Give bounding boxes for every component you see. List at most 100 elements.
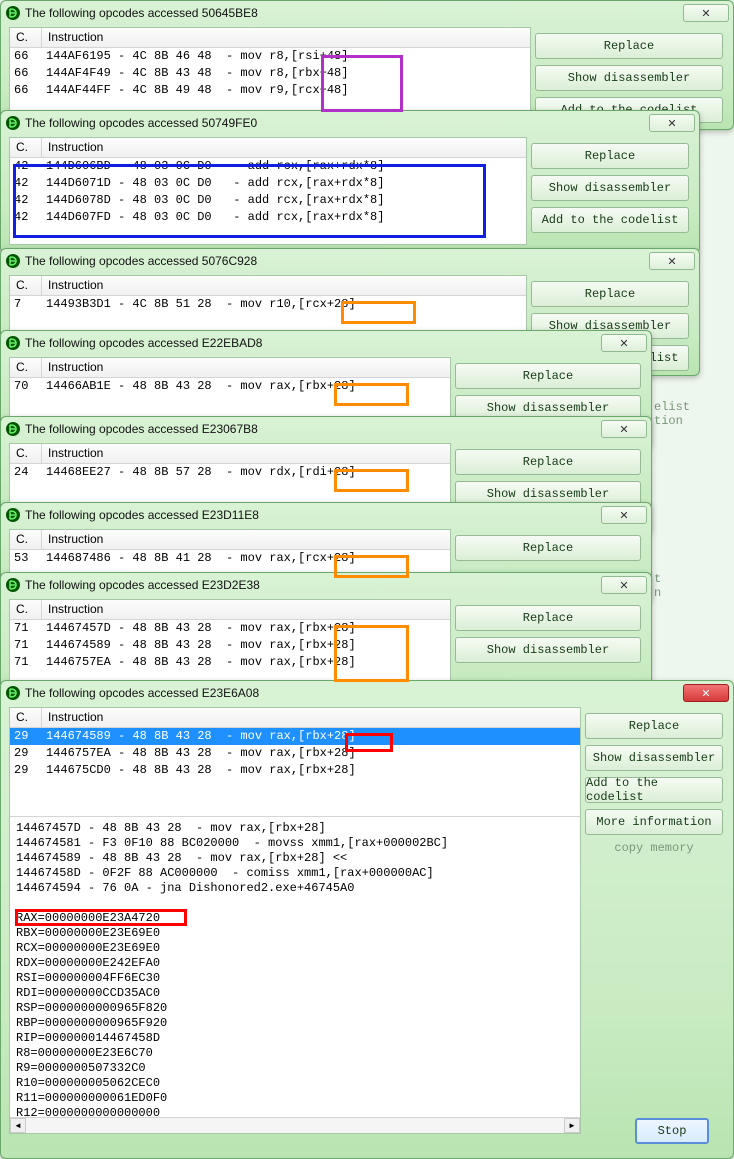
col-count-header[interactable]: C. <box>10 530 42 549</box>
right-button-panel: Replace <box>455 535 641 561</box>
replace-button[interactable]: Replace <box>531 281 689 307</box>
col-count-header[interactable]: C. <box>10 708 42 727</box>
row-instruction: 144674589 - 48 8B 43 28 - mov rax,[rbx+2… <box>42 637 450 654</box>
window-title: The following opcodes accessed E23E6A08 <box>25 686 683 700</box>
window-title: The following opcodes accessed E22EBAD8 <box>25 336 601 350</box>
replace-button[interactable]: Replace <box>531 143 689 169</box>
opcode-window: The following opcodes accessed E23E6A08 … <box>0 680 734 1159</box>
close-button[interactable]: ✕ <box>601 506 647 524</box>
titlebar[interactable]: The following opcodes accessed E22EBAD8 … <box>1 331 651 355</box>
opcode-row[interactable]: 29 144674589 - 48 8B 43 28 - mov rax,[rb… <box>10 728 580 745</box>
window-title: The following opcodes accessed E23067B8 <box>25 422 601 436</box>
col-instruction-header[interactable]: Instruction <box>42 708 580 727</box>
opcode-row[interactable]: 66 144AF6195 - 4C 8B 46 48 - mov r8,[rsi… <box>10 48 530 65</box>
col-count-header[interactable]: C. <box>10 444 42 463</box>
row-instruction: 144AF4F49 - 4C 8B 43 48 - mov r8,[rbx+48… <box>42 65 530 82</box>
col-instruction-header[interactable]: Instruction <box>42 28 530 47</box>
replace-button[interactable]: Replace <box>535 33 723 59</box>
opcode-row[interactable]: 7 14493B3D1 - 4C 8B 51 28 - mov r10,[rcx… <box>10 296 526 313</box>
close-button[interactable]: ✕ <box>601 576 647 594</box>
replace-button[interactable]: Replace <box>455 449 641 475</box>
col-count-header[interactable]: C. <box>10 600 42 619</box>
col-count-header[interactable]: C. <box>10 276 42 295</box>
close-icon: ✕ <box>619 509 628 522</box>
scroll-left-icon[interactable]: ◄ <box>10 1118 26 1133</box>
opcode-row[interactable]: 42 144D606BD - 48 03 0C D0 - add rcx,[ra… <box>10 158 526 175</box>
row-instruction: 144D6078D - 48 03 0C D0 - add rcx,[rax+r… <box>42 192 526 209</box>
stop-button[interactable]: Stop <box>635 1118 709 1144</box>
opcode-row[interactable]: 71 1446757EA - 48 8B 43 28 - mov rax,[rb… <box>10 654 450 671</box>
codelist-button[interactable]: Add to the codelist <box>531 207 689 233</box>
close-button[interactable]: ✕ <box>601 334 647 352</box>
row-instruction: 144674589 - 48 8B 43 28 - mov rax,[rbx+2… <box>42 728 580 745</box>
row-instruction: 144675CD0 - 48 8B 43 28 - mov rax,[rbx+2… <box>42 762 580 779</box>
table-header: C. Instruction <box>10 138 526 158</box>
scroll-track[interactable] <box>26 1118 564 1133</box>
opcode-row[interactable]: 29 1446757EA - 48 8B 43 28 - mov rax,[rb… <box>10 745 580 762</box>
window-title: The following opcodes accessed 50645BE8 <box>25 6 683 20</box>
disasm-button[interactable]: Show disassembler <box>531 175 689 201</box>
opcode-row[interactable]: 66 144AF44FF - 4C 8B 49 48 - mov r9,[rcx… <box>10 82 530 99</box>
scroll-right-icon[interactable]: ► <box>564 1118 580 1133</box>
close-button[interactable]: ✕ <box>649 114 695 132</box>
replace-button[interactable]: Replace <box>455 363 641 389</box>
codelist-button[interactable]: Add to the codelist <box>585 777 723 803</box>
col-count-header[interactable]: C. <box>10 138 42 157</box>
row-count: 71 <box>10 654 42 671</box>
col-instruction-header[interactable]: Instruction <box>42 530 450 549</box>
table-header: C. Instruction <box>10 28 530 48</box>
row-count: 42 <box>10 175 42 192</box>
col-instruction-header[interactable]: Instruction <box>42 444 450 463</box>
titlebar[interactable]: The following opcodes accessed 50645BE8 … <box>1 1 733 25</box>
row-instruction: 1446757EA - 48 8B 43 28 - mov rax,[rbx+2… <box>42 745 580 762</box>
register-info-pane[interactable]: 14467457D - 48 8B 43 28 - mov rax,[rbx+2… <box>10 816 580 1117</box>
close-button[interactable]: ✕ <box>649 252 695 270</box>
row-instruction: 14493B3D1 - 4C 8B 51 28 - mov r10,[rcx+2… <box>42 296 526 313</box>
close-button[interactable]: ✕ <box>683 4 729 22</box>
disasm-button[interactable]: Show disassembler <box>455 637 641 663</box>
titlebar[interactable]: The following opcodes accessed 5076C928 … <box>1 249 699 273</box>
titlebar[interactable]: The following opcodes accessed E23D11E8 … <box>1 503 651 527</box>
titlebar[interactable]: The following opcodes accessed E23E6A08 … <box>1 681 733 705</box>
opcode-row[interactable]: 71 144674589 - 48 8B 43 28 - mov rax,[rb… <box>10 637 450 654</box>
opcode-row[interactable]: 70 14466AB1E - 48 8B 43 28 - mov rax,[rb… <box>10 378 450 395</box>
close-button[interactable]: ✕ <box>601 420 647 438</box>
disasm-button[interactable]: Show disassembler <box>535 65 723 91</box>
opcode-row[interactable]: 53 144687486 - 48 8B 41 28 - mov rax,[rc… <box>10 550 450 567</box>
table-header: C. Instruction <box>10 530 450 550</box>
row-instruction: 144AF6195 - 4C 8B 46 48 - mov r8,[rsi+48… <box>42 48 530 65</box>
opcode-row[interactable]: 42 144D6078D - 48 03 0C D0 - add rcx,[ra… <box>10 192 526 209</box>
replace-button[interactable]: Replace <box>455 605 641 631</box>
opcode-row[interactable]: 66 144AF4F49 - 4C 8B 43 48 - mov r8,[rbx… <box>10 65 530 82</box>
col-instruction-header[interactable]: Instruction <box>42 600 450 619</box>
replace-button[interactable]: Replace <box>455 535 641 561</box>
close-button[interactable]: ✕ <box>683 684 729 702</box>
titlebar[interactable]: The following opcodes accessed E23067B8 … <box>1 417 651 441</box>
opcode-row[interactable]: 24 14468EE27 - 48 8B 57 28 - mov rdx,[rd… <box>10 464 450 481</box>
row-instruction: 14466AB1E - 48 8B 43 28 - mov rax,[rbx+2… <box>42 378 450 395</box>
cheat-engine-icon <box>5 685 21 701</box>
opcode-row[interactable]: 71 14467457D - 48 8B 43 28 - mov rax,[rb… <box>10 620 450 637</box>
client-area: C. Instruction 42 144D606BD - 48 03 0C D… <box>9 137 527 245</box>
cheat-engine-icon <box>5 421 21 437</box>
row-count: 71 <box>10 637 42 654</box>
col-count-header[interactable]: C. <box>10 28 42 47</box>
disasm-button[interactable]: Show disassembler <box>585 745 723 771</box>
cheat-engine-icon <box>5 335 21 351</box>
row-count: 29 <box>10 728 42 745</box>
row-instruction: 144687486 - 48 8B 41 28 - mov rax,[rcx+2… <box>42 550 450 567</box>
opcode-row[interactable]: 29 144675CD0 - 48 8B 43 28 - mov rax,[rb… <box>10 762 580 779</box>
row-count: 66 <box>10 48 42 65</box>
horizontal-scrollbar[interactable]: ◄ ► <box>10 1117 580 1133</box>
row-instruction: 144D6071D - 48 03 0C D0 - add rcx,[rax+r… <box>42 175 526 192</box>
opcode-row[interactable]: 42 144D6071D - 48 03 0C D0 - add rcx,[ra… <box>10 175 526 192</box>
opcode-row[interactable]: 42 144D607FD - 48 03 0C D0 - add rcx,[ra… <box>10 209 526 226</box>
replace-button[interactable]: Replace <box>585 713 723 739</box>
moreinfo-button[interactable]: More information <box>585 809 723 835</box>
col-instruction-header[interactable]: Instruction <box>42 358 450 377</box>
col-instruction-header[interactable]: Instruction <box>42 138 526 157</box>
titlebar[interactable]: The following opcodes accessed E23D2E38 … <box>1 573 651 597</box>
col-instruction-header[interactable]: Instruction <box>42 276 526 295</box>
titlebar[interactable]: The following opcodes accessed 50749FE0 … <box>1 111 699 135</box>
col-count-header[interactable]: C. <box>10 358 42 377</box>
